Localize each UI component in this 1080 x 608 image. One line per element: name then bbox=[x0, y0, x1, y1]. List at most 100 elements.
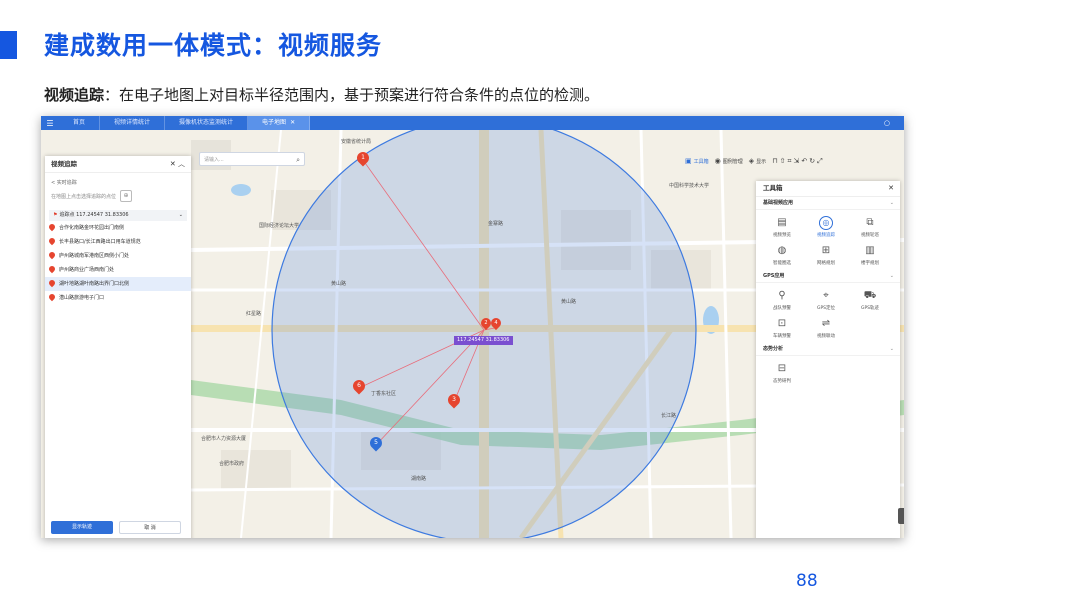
toolbox-section-gps[interactable]: GPS应用 ⌄ bbox=[756, 270, 900, 283]
list-item-label: 湖叶地路湖叶南路出界门口北侧 bbox=[59, 281, 130, 287]
location-pin-icon bbox=[47, 292, 57, 302]
tool-smart-select[interactable]: ◍ 智能圈选 bbox=[760, 244, 804, 266]
list-item[interactable]: 长丰县路口/长江西路出口用车道规范 bbox=[45, 235, 191, 249]
chevron-down-icon[interactable]: ⌄ bbox=[890, 270, 894, 282]
chevron-down-icon[interactable]: ⌄ bbox=[890, 343, 894, 355]
building-icon: ▥ bbox=[865, 245, 875, 256]
toolbar-extra-tools[interactable]: ⊓ ⇧ ⌗ ⇲ ↶ ↻ ⤢ bbox=[772, 157, 823, 166]
tool-vehicle-alert[interactable]: ⊡ 车辆预警 bbox=[760, 317, 804, 339]
ruler-icon[interactable]: ⊓ bbox=[772, 157, 777, 165]
tool-video-preview[interactable]: ▤ 视频预览 bbox=[760, 216, 804, 238]
tool-label: GPS轨迹 bbox=[860, 306, 880, 311]
cancel-button[interactable]: 取 消 bbox=[119, 521, 181, 534]
tab-camera-status[interactable]: 摄像机状态监测统计 bbox=[165, 116, 249, 130]
tool-building-plan[interactable]: ▥ 楼宇规划 bbox=[848, 244, 892, 266]
list-item-label: 潜山路旅游电子门口 bbox=[59, 295, 105, 301]
subtitle-text: ：在电子地图上对目标半径范围内，基于预案进行符合条件的点位的检测。 bbox=[104, 86, 600, 104]
tool-grid-plan[interactable]: ⊞ 网格规划 bbox=[804, 244, 848, 266]
tool-label: 态势研判 bbox=[773, 379, 791, 384]
center-point-text: 追踪点 117.24547 31.83306 bbox=[59, 212, 129, 218]
list-item[interactable]: 湖叶地路湖叶南路出界门口北侧 bbox=[45, 277, 191, 291]
water-area bbox=[231, 184, 251, 196]
expand-icon[interactable]: ⤢ bbox=[817, 157, 823, 166]
list-item[interactable]: 潜山路旅游电子门口 bbox=[45, 291, 191, 305]
list-item[interactable]: 庐州路城南军港南区西侧小门处 bbox=[45, 249, 191, 263]
tool-situation[interactable]: ⊟ 态势研判 bbox=[760, 362, 804, 384]
grid-menu-icon[interactable]: ☰ bbox=[41, 119, 59, 128]
camera-marker-4[interactable]: 4 bbox=[488, 315, 504, 331]
toolbar-toolbox-label: 工具箱 bbox=[693, 158, 709, 165]
list-item[interactable]: 庐州路商业广场西南门处 bbox=[45, 263, 191, 277]
video-preview-icon: ▤ bbox=[777, 217, 787, 228]
target-icon[interactable]: ⊕ bbox=[120, 190, 133, 202]
tab-video-stats[interactable]: 视频详情统计 bbox=[100, 116, 166, 130]
close-icon[interactable]: ✕ ︿ bbox=[170, 156, 185, 172]
marker-number: 3 bbox=[452, 396, 456, 403]
chevron-down-icon[interactable]: ⌄ bbox=[890, 197, 894, 209]
toolbox-title: 工具箱 bbox=[763, 184, 783, 192]
toolbox-section-analysis[interactable]: 态势分析 ⌄ bbox=[756, 343, 900, 356]
undo-icon[interactable]: ↶ bbox=[801, 157, 807, 165]
camera-marker-5[interactable]: 5 bbox=[367, 434, 385, 452]
subtitle-keyword: 视频追踪 bbox=[44, 86, 105, 104]
tab-home[interactable]: 首页 bbox=[59, 116, 101, 130]
tool-label: 网格规划 bbox=[817, 261, 835, 266]
situation-icon: ⊟ bbox=[777, 363, 787, 374]
center-coordinate-label: 117.24547 31.83306 bbox=[454, 336, 513, 345]
toolbar-legend[interactable]: ◉ 图例管理 bbox=[715, 157, 743, 165]
pin-icon[interactable]: ⇧ bbox=[780, 157, 786, 165]
map-label: 合肥市政府 bbox=[219, 461, 245, 467]
toolbox-grid-gps: ⚲ 战队预警 ⌖ GPS定位 ⛟ GPS轨迹 ⊡ 车辆预警 ⇌ 视频联动 bbox=[756, 283, 900, 343]
camera-marker-1[interactable]: 1 bbox=[354, 149, 372, 167]
toolbox-grid-basic: ▤ 视频预览 ◎ 视频追踪 ⧉ 视频轮巡 ◍ 智能圈选 ⊞ 网格规划 ▥ 楼宇规划 bbox=[756, 210, 900, 270]
list-item[interactable]: 合作化南路金环花园出门南侧 bbox=[45, 221, 191, 235]
list-item-label: 庐州路商业广场西南门处 bbox=[59, 267, 115, 273]
close-icon[interactable]: ✕ bbox=[888, 181, 894, 196]
bike-icon: ⚲ bbox=[778, 290, 786, 301]
camera-marker-6[interactable]: 6 bbox=[350, 377, 368, 395]
map-search-input[interactable]: 请输入... ⌕ bbox=[199, 152, 305, 166]
fullscreen-icon[interactable]: ⇲ bbox=[793, 157, 799, 165]
tab-map[interactable]: 电子地图 ✕ bbox=[248, 116, 311, 130]
marker-number: 1 bbox=[361, 154, 365, 161]
tab-map-label: 电子地图 bbox=[262, 119, 287, 126]
slide-title: 建成数用一体模式：视频服务 bbox=[44, 31, 383, 60]
hint-text: 在地图上点击选择追踪的点位 bbox=[51, 193, 117, 200]
refresh-icon[interactable]: ↻ bbox=[809, 157, 815, 165]
map-label: 国际经济论坛大学 bbox=[259, 223, 300, 229]
back-link[interactable]: < 实时追踪 bbox=[45, 173, 191, 188]
side-scroll-handle[interactable] bbox=[898, 508, 904, 524]
location-pin-icon bbox=[47, 278, 57, 288]
map-label: 长江路 bbox=[661, 413, 677, 419]
location-pin-icon bbox=[47, 222, 57, 232]
marker-number: 2 bbox=[484, 320, 488, 326]
show-track-button[interactable]: 显示轨迹 bbox=[51, 521, 113, 534]
tool-label: 视频预览 bbox=[773, 233, 791, 238]
crop-icon[interactable]: ⌗ bbox=[788, 157, 792, 166]
tool-gps-locate[interactable]: ⌖ GPS定位 bbox=[804, 289, 848, 311]
gps-pin-icon: ⌖ bbox=[823, 290, 829, 301]
marker-number: 5 bbox=[374, 439, 378, 446]
tool-gps-track[interactable]: ⛟ GPS轨迹 bbox=[848, 289, 892, 311]
chevron-down-icon[interactable]: ⌄ bbox=[179, 210, 183, 221]
location-pin-icon bbox=[47, 250, 57, 260]
tool-video-link[interactable]: ⇌ 视频联动 bbox=[804, 317, 848, 339]
toolbar-toolbox[interactable]: ▣ 工具箱 bbox=[685, 157, 709, 165]
toolbox-section-basic[interactable]: 基础视频应用 ⌄ bbox=[756, 197, 900, 210]
toolbar-layers[interactable]: ◈ 显示 bbox=[749, 157, 766, 165]
video-track-icon: ◎ bbox=[819, 216, 833, 230]
tool-video-track[interactable]: ◎ 视频追踪 bbox=[804, 216, 848, 238]
map-canvas[interactable]: 安徽省统计局 国际经济论坛大学 黄山路 合肥市人力资源大厦 合肥市政府 丁香东社… bbox=[41, 130, 904, 538]
camera-marker-3[interactable]: 3 bbox=[445, 391, 463, 409]
close-icon[interactable]: ✕ bbox=[290, 119, 295, 126]
user-icon[interactable]: ○ bbox=[884, 119, 890, 127]
map-label: 黄山路 bbox=[561, 299, 577, 305]
tool-video-patrol[interactable]: ⧉ 视频轮巡 bbox=[848, 216, 892, 238]
legend-icon: ◉ bbox=[714, 157, 721, 165]
search-icon[interactable]: ⌕ bbox=[296, 153, 300, 167]
video-tracking-panel: 视频追踪 ✕ ︿ < 实时追踪 在地图上点击选择追踪的点位 ⊕ ⚑ 追踪点 117.2… bbox=[45, 156, 191, 538]
tool-label: 视频轮巡 bbox=[861, 233, 879, 238]
center-point-row[interactable]: ⚑ 追踪点 117.24547 31.83306 ⌄ bbox=[49, 210, 187, 221]
flag-icon: ⚑ bbox=[53, 212, 58, 218]
tool-team-alert[interactable]: ⚲ 战队预警 bbox=[760, 289, 804, 311]
